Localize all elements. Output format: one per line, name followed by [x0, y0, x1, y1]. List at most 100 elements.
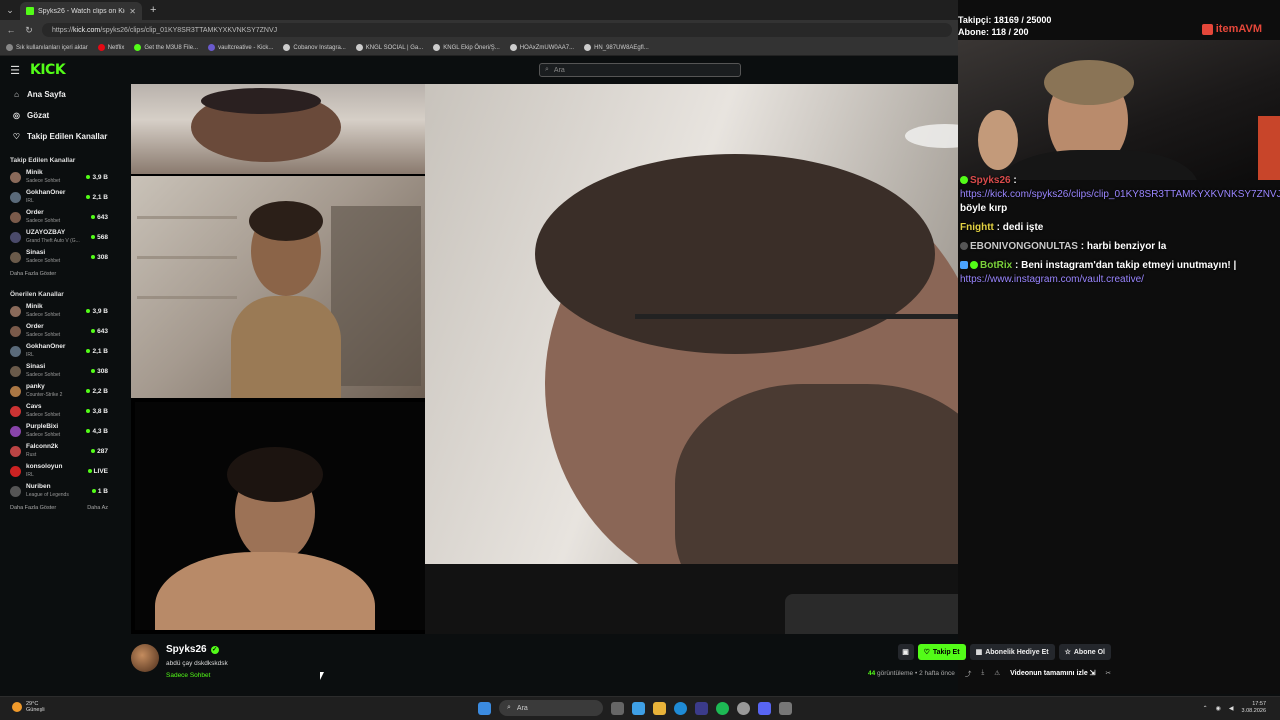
chat-text: harbi benziyor la	[1084, 241, 1167, 252]
person-hand	[978, 110, 1018, 170]
viewer-count: 4,3 B	[86, 428, 108, 435]
sidebar-nav-item[interactable]: ⌂ Ana Sayfa	[0, 84, 116, 105]
viewer-count-value: 287	[97, 447, 108, 455]
channel-avatar	[10, 305, 21, 317]
tray-overflow-icon[interactable]: ⌃	[1203, 705, 1208, 712]
new-tab-icon[interactable]: +	[150, 4, 156, 16]
network-icon[interactable]: ◉	[1216, 705, 1221, 712]
refresh-icon[interactable]: ↻	[24, 25, 34, 36]
windows-start-icon[interactable]	[478, 701, 491, 715]
edge-icon[interactable]	[674, 701, 687, 715]
report-icon[interactable]: ⚠	[994, 669, 1000, 677]
streamer-avatar[interactable]	[131, 644, 159, 672]
follow-button[interactable]: ♡ Takip Et	[917, 644, 966, 660]
chat-link[interactable]: https://kick.com/spyks26/clips/clip_01KY…	[960, 189, 1280, 200]
taskbar-search[interactable]: ⌕ Ara	[499, 700, 603, 716]
channel-item[interactable]: panky Counter-Strike 2 2,2 B	[0, 381, 116, 401]
bookmark-icon	[134, 44, 142, 51]
bookmark-item[interactable]: Sık kullanılanları içeri aktar	[6, 44, 88, 51]
subscribe-button[interactable]: ☆ Abone Ol	[1058, 644, 1111, 660]
menu-icon[interactable]: ☰	[0, 64, 30, 77]
channel-item[interactable]: Cavs Sadece Sohbet 3,8 B	[0, 401, 116, 421]
chat-link[interactable]: https://www.instagram.com/vault.creative…	[960, 274, 1144, 285]
gift-sub-button[interactable]: ▦ Abonelik Hediye Et	[969, 644, 1055, 660]
discord-icon[interactable]	[758, 701, 771, 715]
kick-logo[interactable]: KICK	[30, 62, 66, 78]
show-more-button[interactable]: Daha Fazla Göster	[10, 505, 56, 511]
viewer-count: 643	[91, 214, 108, 221]
clock[interactable]: 17:57 3.08.2026	[1242, 701, 1266, 715]
notification-button[interactable]: ▣	[897, 644, 914, 660]
bookmark-item[interactable]: KNGL Ekip Öneri/Ş...	[433, 44, 500, 51]
browser-tab[interactable]: Spyks26 - Watch clips on Kick ✕	[20, 2, 142, 20]
close-icon[interactable]: ✕	[129, 7, 136, 16]
streamer-name[interactable]: Spyks26	[166, 644, 207, 655]
viewer-count-value: 568	[97, 233, 108, 241]
channel-item[interactable]: Minik Sadece Sohbet 3,9 B	[0, 301, 116, 321]
clip-info: Spyks26 ✓ abdü çay dskdkskdsk Sadece Soh…	[131, 640, 1111, 688]
task-view-icon[interactable]	[611, 701, 624, 715]
subscribe-label: Abone Ol	[1073, 648, 1105, 656]
calculator-icon[interactable]	[779, 701, 792, 715]
file-explorer-icon[interactable]	[653, 701, 666, 715]
channel-item[interactable]: GokhanOner IRL 2,1 B	[0, 187, 116, 207]
channel-item[interactable]: Nuriben League of Legends 1 B	[0, 481, 116, 501]
chrome-icon[interactable]	[737, 701, 750, 715]
sidebar-nav-item[interactable]: ♡ Takip Edilen Kanallar	[0, 126, 116, 147]
channel-item[interactable]: Order Sadece Sohbet 643	[0, 207, 116, 227]
person-body	[231, 296, 341, 398]
bookmark-item[interactable]: vaultcreative - Kick...	[208, 44, 273, 51]
channel-name: konsoloyun	[26, 463, 63, 470]
store-icon[interactable]	[695, 701, 708, 715]
download-icon[interactable]: ⤓	[981, 669, 984, 677]
channel-item[interactable]: Minik Sadece Sohbet 3,9 B	[0, 167, 116, 187]
channel-item[interactable]: PurpleBixi Sadece Sohbet 4,3 B	[0, 421, 116, 441]
channel-text: Order Sadece Sohbet	[26, 209, 86, 225]
bookmark-item[interactable]: Netflix	[97, 44, 124, 51]
show-less-button[interactable]: Daha Az	[87, 505, 108, 511]
viewer-count: 287	[91, 448, 108, 455]
channel-name: GokhanOner	[26, 343, 66, 350]
followed-show-more[interactable]: Daha Fazla Göster	[0, 267, 116, 281]
back-icon[interactable]: ←	[6, 25, 16, 35]
user-badge-icon	[960, 242, 968, 251]
tab-menu-icon[interactable]: ⌄	[0, 0, 20, 20]
channel-text: Nuriben League of Legends	[26, 483, 87, 499]
channel-item[interactable]: Falconn2k Rust 287	[0, 441, 116, 461]
bookmark-item[interactable]: KNGL SOCIAL | Ga...	[355, 44, 423, 51]
bookmark-item[interactable]: Cobanov Instagra...	[283, 44, 346, 51]
watch-full-video-link[interactable]: Videonun tamamını izle ⇲	[1010, 669, 1095, 677]
clip-edit-icon[interactable]: ✂	[1106, 669, 1111, 677]
show-more-label[interactable]: Daha Fazla Göster	[10, 271, 56, 277]
channel-text: Cavs Sadece Sohbet	[26, 403, 81, 419]
sidebar: ⌂ Ana Sayfa ◎ Gözat ♡ Takip Edilen Kanallar T…	[0, 84, 116, 614]
bookmark-item[interactable]: HOAxZmUW0AA7...	[509, 44, 574, 51]
channel-category: Sadece Sohbet	[26, 372, 61, 378]
channel-item[interactable]: Sinasi Sadece Sohbet 308	[0, 247, 116, 267]
channel-item[interactable]: GokhanOner IRL 2,1 B	[0, 341, 116, 361]
bookmark-item[interactable]: HN_987UW8AEgfl...	[584, 44, 649, 51]
spotify-icon[interactable]	[716, 701, 729, 715]
windows-taskbar: 29°C Güneşli ⌕ Ara ⌃ ◉ ◀ 17:57 3.08.2026	[0, 696, 1280, 720]
channel-text: GokhanOner IRL	[26, 343, 81, 359]
volume-icon[interactable]: ◀	[1229, 705, 1234, 712]
streamer-webcam	[958, 40, 1280, 180]
bookmark-item[interactable]: Get the M3U8 File...	[134, 44, 198, 51]
weather-widget[interactable]: 29°C Güneşli	[12, 701, 45, 713]
time: 17:57	[1252, 701, 1266, 707]
channel-item[interactable]: Order Sadece Sohbet 643	[0, 321, 116, 341]
channel-item[interactable]: UZAYOZBAY Grand Theft Auto V (G... 568	[0, 227, 116, 247]
sidebar-nav-item[interactable]: ◎ Gözat	[0, 105, 116, 126]
widgets-icon[interactable]	[632, 701, 645, 715]
search-input[interactable]: ⌕ Ara	[539, 63, 741, 77]
url-input[interactable]: https://kick.com/spyks26/clips/clip_01KY…	[42, 23, 952, 37]
bookmark-label: Sık kullanılanları içeri aktar	[16, 44, 88, 51]
channel-item[interactable]: konsoloyun IRL LIVE	[0, 461, 116, 481]
stream-category[interactable]: Sadece Sohbet	[166, 672, 210, 679]
bookmark-label: KNGL Ekip Öneri/Ş...	[443, 44, 500, 51]
gift-label: Abonelik Hediye Et	[985, 648, 1049, 656]
channel-item[interactable]: Sinasi Sadece Sohbet 308	[0, 361, 116, 381]
chat-text: dedi işte	[999, 222, 1044, 233]
channel-avatar	[10, 231, 21, 243]
share-icon[interactable]: ⤴	[965, 668, 972, 678]
